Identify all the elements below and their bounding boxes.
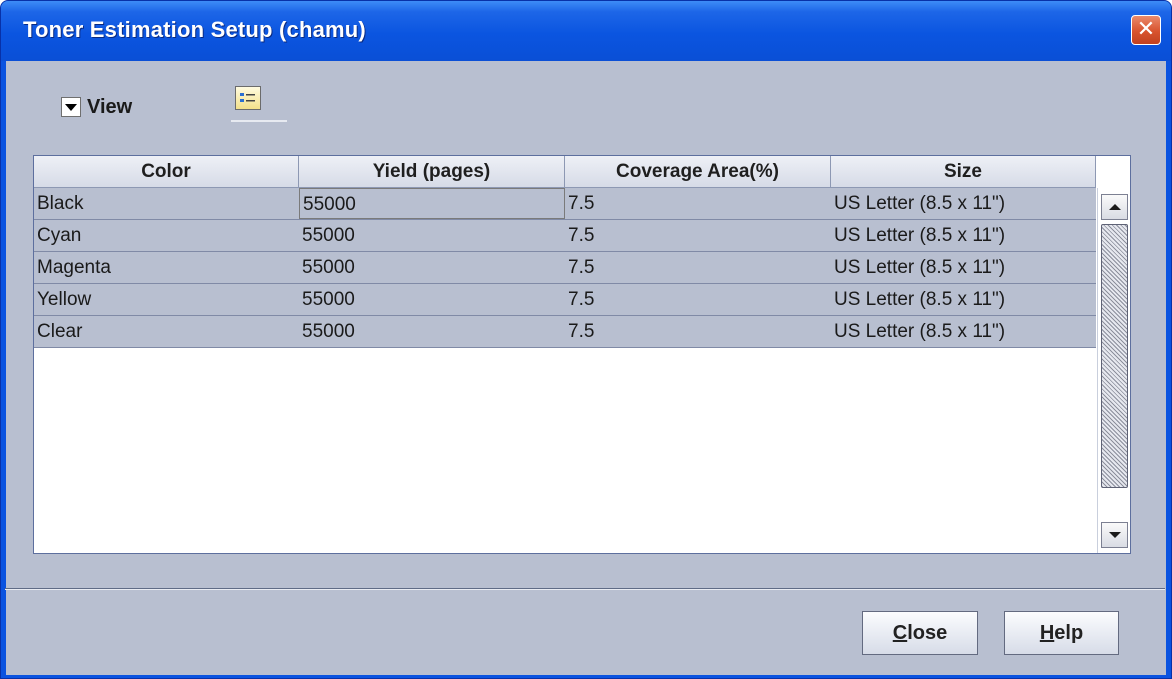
cell-color[interactable]: Magenta bbox=[34, 252, 299, 283]
details-view-underline bbox=[231, 120, 287, 122]
cell-coverage[interactable]: 7.5 bbox=[565, 316, 831, 347]
help-button[interactable]: Help bbox=[1004, 611, 1119, 655]
cell-coverage[interactable]: 7.5 bbox=[565, 220, 831, 251]
scrollbar-thumb[interactable] bbox=[1101, 224, 1128, 488]
footer-divider-highlight bbox=[5, 589, 1165, 590]
close-icon[interactable]: ✕ bbox=[1131, 15, 1161, 45]
chevron-down-icon[interactable] bbox=[61, 97, 81, 117]
table-row[interactable]: Cyan 55000 7.5 US Letter (8.5 x 11") bbox=[34, 220, 1096, 252]
cell-yield[interactable]: 55000 bbox=[299, 188, 565, 219]
window-title: Toner Estimation Setup (chamu) bbox=[23, 17, 366, 42]
cell-size[interactable]: US Letter (8.5 x 11") bbox=[831, 252, 1096, 283]
table-row[interactable]: Black 55000 7.5 US Letter (8.5 x 11") bbox=[34, 188, 1096, 220]
close-mnemonic: C bbox=[892, 622, 908, 644]
scroll-up-button[interactable] bbox=[1101, 194, 1128, 220]
details-view-button[interactable] bbox=[231, 86, 287, 122]
close-label: lose bbox=[907, 622, 948, 644]
cell-size[interactable]: US Letter (8.5 x 11") bbox=[831, 284, 1096, 315]
cell-color[interactable]: Black bbox=[34, 188, 299, 219]
cell-yield[interactable]: 55000 bbox=[299, 316, 565, 347]
cell-size[interactable]: US Letter (8.5 x 11") bbox=[831, 188, 1096, 219]
column-header-yield[interactable]: Yield (pages) bbox=[299, 156, 565, 188]
close-button[interactable]: Close bbox=[862, 611, 978, 655]
cell-yield[interactable]: 55000 bbox=[299, 252, 565, 283]
cell-size[interactable]: US Letter (8.5 x 11") bbox=[831, 316, 1096, 347]
view-label: View bbox=[87, 95, 133, 118]
cell-yield[interactable]: 55000 bbox=[299, 284, 565, 315]
cell-color[interactable]: Yellow bbox=[34, 284, 299, 315]
table-header: Color Yield (pages) Coverage Area(%) Siz… bbox=[34, 156, 1096, 188]
arrow-down-icon bbox=[1108, 532, 1121, 538]
table-row[interactable]: Magenta 55000 7.5 US Letter (8.5 x 11") bbox=[34, 252, 1096, 284]
cell-color[interactable]: Cyan bbox=[34, 220, 299, 251]
cell-yield[interactable]: 55000 bbox=[299, 220, 565, 251]
table-row[interactable]: Clear 55000 7.5 US Letter (8.5 x 11") bbox=[34, 316, 1096, 348]
title-bar[interactable]: Toner Estimation Setup (chamu) ✕ bbox=[1, 1, 1171, 61]
column-header-color[interactable]: Color bbox=[34, 156, 299, 188]
cell-coverage[interactable]: 7.5 bbox=[565, 284, 831, 315]
cell-coverage[interactable]: 7.5 bbox=[565, 188, 831, 219]
cell-coverage[interactable]: 7.5 bbox=[565, 252, 831, 283]
table-row[interactable]: Yellow 55000 7.5 US Letter (8.5 x 11") bbox=[34, 284, 1096, 316]
scroll-down-button[interactable] bbox=[1101, 522, 1128, 548]
cell-color[interactable]: Clear bbox=[34, 316, 299, 347]
help-mnemonic: H bbox=[1039, 622, 1055, 644]
help-label: elp bbox=[1054, 622, 1084, 644]
details-view-icon bbox=[235, 86, 261, 110]
view-menu[interactable]: View bbox=[61, 93, 132, 121]
vertical-scrollbar[interactable] bbox=[1097, 188, 1130, 553]
cell-size[interactable]: US Letter (8.5 x 11") bbox=[831, 220, 1096, 251]
toner-table: Color Yield (pages) Coverage Area(%) Siz… bbox=[33, 155, 1131, 554]
arrow-up-icon bbox=[1108, 204, 1121, 210]
column-header-coverage[interactable]: Coverage Area(%) bbox=[565, 156, 831, 188]
column-header-size[interactable]: Size bbox=[831, 156, 1096, 188]
